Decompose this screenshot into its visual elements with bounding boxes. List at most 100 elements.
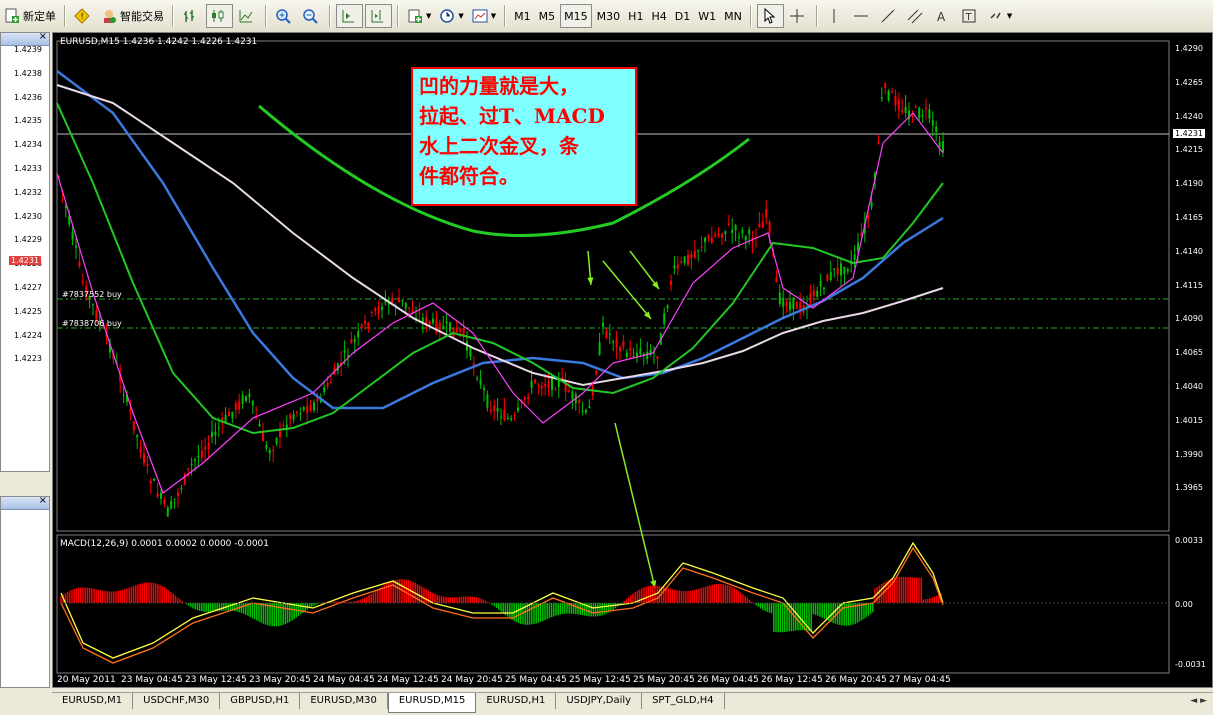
candle-body	[782, 298, 785, 307]
tab-spt-gld-h4[interactable]: SPT_GLD,H4	[642, 693, 725, 709]
candle-body	[612, 340, 615, 343]
candle-body	[364, 320, 366, 324]
timeframe-m5[interactable]: M5	[536, 4, 559, 28]
tab-eurusd-h1[interactable]: EURUSD,H1	[476, 693, 557, 709]
date-axis-label: 26 May 20:45	[825, 675, 887, 685]
zoom-in-button[interactable]	[272, 4, 297, 28]
price-axis-label: 1.4040	[1175, 382, 1203, 391]
macd-axis-label: -0.0031	[1175, 660, 1206, 669]
candle-body	[204, 446, 207, 450]
close-icon[interactable]: ×	[39, 495, 47, 506]
macd-axis-label: 0.00	[1175, 600, 1193, 609]
candle-body	[353, 338, 356, 343]
navigator-panel: ×	[0, 495, 50, 688]
candle-body	[177, 492, 179, 497]
candle-body	[901, 110, 904, 112]
candle-body	[503, 409, 506, 421]
candle-body	[561, 377, 564, 379]
candle-body	[483, 388, 485, 391]
toolbar-separator	[64, 5, 66, 27]
auto-scroll-button[interactable]	[336, 4, 363, 28]
candle-body	[489, 409, 492, 413]
candle-body	[326, 382, 329, 387]
tab-gbpusd-h1[interactable]: GBPUSD,H1	[220, 693, 301, 709]
cursor-tool-button[interactable]	[756, 4, 784, 28]
auto-scroll-icon	[342, 10, 354, 23]
candle-body	[459, 328, 462, 332]
text-button[interactable]: A	[931, 4, 956, 28]
chart-shift-button[interactable]	[365, 4, 392, 28]
candle-body	[578, 400, 581, 404]
candle-body	[132, 421, 135, 431]
timeframe-m30[interactable]: M30	[594, 4, 624, 28]
candle-body	[884, 83, 887, 88]
crosshair-tool-button[interactable]	[786, 4, 811, 28]
candle-body	[670, 280, 672, 286]
tab-eurusd-m1[interactable]: EURUSD,M1	[52, 693, 134, 709]
date-axis-label: 24 May 04:45	[313, 675, 375, 685]
new-order-button[interactable]: 新定单	[1, 4, 59, 28]
periods-button[interactable]: ▼	[436, 4, 466, 28]
candle-body	[231, 411, 234, 419]
timeframe-h4[interactable]: H4	[648, 4, 669, 28]
candle-body	[608, 333, 611, 335]
warning-button[interactable]: !	[71, 4, 96, 28]
candle-body	[163, 499, 166, 504]
expert-advisors-label: 智能交易	[120, 10, 164, 23]
tab-usdjpy-daily[interactable]: USDJPY,Daily	[556, 693, 643, 709]
candle-body	[829, 271, 832, 281]
candle-body	[258, 423, 261, 427]
horizontal-line-button[interactable]	[850, 4, 875, 28]
candle-body	[408, 307, 411, 309]
tab-eurusd-m15[interactable]: EURUSD,M15	[387, 693, 477, 713]
date-axis-label: 25 May 12:45	[569, 675, 631, 685]
tab-eurusd-m30[interactable]: EURUSD,M30	[300, 693, 388, 709]
candlestick-chart-button[interactable]	[206, 4, 233, 28]
channel-button[interactable]	[904, 4, 929, 28]
tab-usdchf-m30[interactable]: USDCHF,M30	[133, 693, 221, 709]
candle-body	[666, 305, 669, 309]
candle-body	[646, 351, 649, 359]
bar-chart-button[interactable]	[179, 4, 204, 28]
candle-body	[843, 266, 846, 275]
candle-body	[598, 342, 601, 356]
timeframe-m15[interactable]: M15	[560, 4, 592, 28]
left-panel-price: 1.4234	[14, 140, 42, 150]
trendline-button[interactable]	[877, 4, 902, 28]
candle-body	[768, 222, 771, 234]
zoom-out-button[interactable]	[299, 4, 324, 28]
horizontal-line-icon	[853, 15, 868, 17]
timeframe-h1[interactable]: H1	[625, 4, 646, 28]
candle-body	[527, 397, 530, 399]
indicators-button[interactable]: ▼	[404, 4, 434, 28]
left-panel-price: 1.4223	[14, 354, 42, 364]
expert-advisors-button[interactable]: 智能交易	[98, 4, 167, 28]
timeframe-m1[interactable]: M1	[511, 4, 534, 28]
candle-body	[170, 500, 173, 509]
candle-body	[187, 468, 190, 470]
macd-header: MACD(12,26,9) 0.0001 0.0002 0.0000 -0.00…	[60, 539, 270, 549]
candle-body	[938, 141, 941, 147]
toolbar-separator	[504, 5, 507, 27]
left-panel-price: 1.4235	[14, 116, 42, 126]
tab-scroll-arrows[interactable]: ◄ ►	[1190, 696, 1207, 706]
timeframe-mn[interactable]: MN	[721, 4, 745, 28]
close-icon[interactable]: ×	[39, 31, 47, 42]
candle-body	[513, 414, 516, 416]
vertical-line-button[interactable]	[823, 4, 848, 28]
order-label-1: #7837552 buy	[62, 290, 122, 299]
candle-body	[122, 394, 125, 396]
arrows-button[interactable]: ▼	[985, 4, 1015, 28]
text-label-button[interactable]: T	[958, 4, 983, 28]
toolbar-separator	[749, 5, 752, 27]
candlestick-icon	[212, 10, 224, 22]
candle-body	[391, 297, 394, 303]
date-axis-label: 24 May 12:45	[377, 675, 439, 685]
zoom-in-icon	[276, 9, 291, 24]
candle-body	[554, 389, 557, 391]
timeframe-d1[interactable]: D1	[672, 4, 693, 28]
line-chart-button[interactable]	[235, 4, 260, 28]
timeframe-w1[interactable]: W1	[695, 4, 719, 28]
candle-body	[812, 290, 815, 297]
templates-button[interactable]: ▼	[469, 4, 499, 28]
